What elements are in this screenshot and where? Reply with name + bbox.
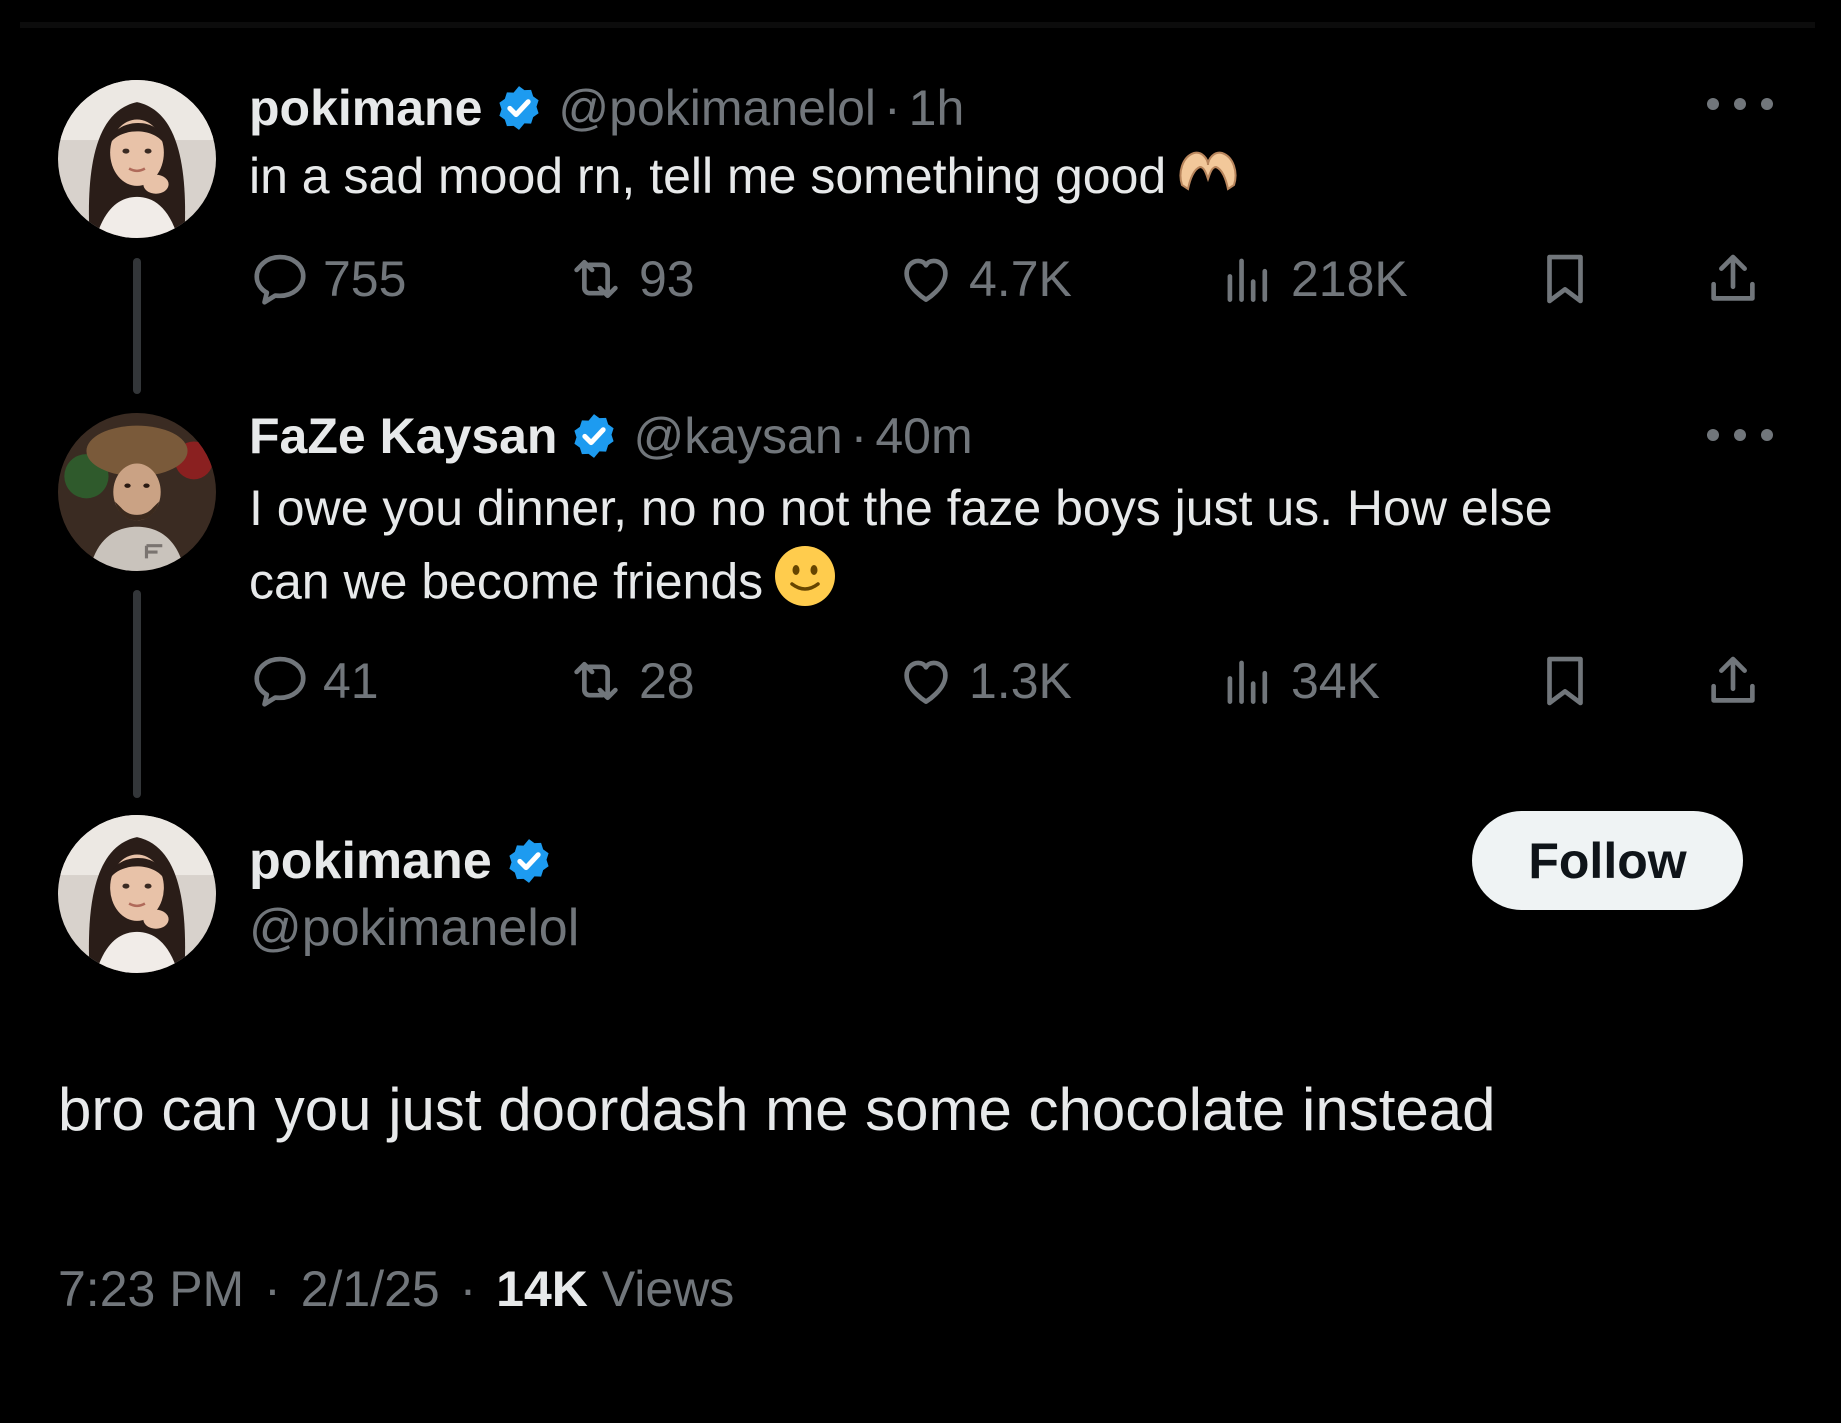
handle[interactable]: @pokimanelol xyxy=(558,78,876,138)
views-total: 14K xyxy=(496,1261,588,1317)
reply-count: 755 xyxy=(323,251,407,307)
heart-hands-emoji-icon xyxy=(1176,144,1240,216)
like-count: 4.7K xyxy=(969,251,1072,307)
main-tweet-author: pokimane xyxy=(249,830,568,892)
tweet-header: pokimane @pokimanelol · 1h xyxy=(249,78,964,138)
separator: · xyxy=(850,408,868,464)
thread-connector-line xyxy=(133,258,141,394)
handle[interactable]: @pokimanelol xyxy=(249,897,579,959)
follow-button[interactable]: Follow xyxy=(1472,811,1743,910)
repost-icon xyxy=(574,661,618,701)
analytics-icon xyxy=(1227,660,1268,704)
main-tweet-text: bro can you just doordash me some chocol… xyxy=(58,1076,1496,1143)
reply-button[interactable]: 755 xyxy=(249,244,406,314)
avatar-pokimane[interactable] xyxy=(58,80,216,238)
tweet-text-content: can we become friends xyxy=(249,553,764,610)
repost-count: 28 xyxy=(639,653,695,709)
views-button[interactable]: 218K xyxy=(1217,244,1408,314)
reply-count: 41 xyxy=(323,653,379,709)
bookmark-button[interactable] xyxy=(1534,646,1596,716)
display-name[interactable]: pokimane xyxy=(249,830,492,892)
bookmark-icon xyxy=(1547,254,1583,304)
tweet-actions: 755 93 4.7K 218K xyxy=(249,244,1779,314)
separator: · xyxy=(883,80,901,136)
tweet-header: FaZe Kaysan @kaysan · 40m xyxy=(249,406,973,466)
tweet-text: I owe you dinner, no no not the faze boy… xyxy=(249,472,1553,627)
tweet-text-line: can we become friends xyxy=(249,544,1553,627)
handle[interactable]: @kaysan xyxy=(633,406,842,466)
like-button[interactable]: 4.7K xyxy=(895,244,1072,314)
views-count: 34K xyxy=(1291,653,1380,709)
separator: · xyxy=(459,1261,477,1317)
heart-icon xyxy=(904,258,948,302)
more-options-icon[interactable] xyxy=(1707,422,1773,448)
avatar-kaysan[interactable] xyxy=(58,413,216,571)
verified-badge-icon xyxy=(569,411,619,461)
display-name[interactable]: FaZe Kaysan xyxy=(249,406,557,466)
share-icon xyxy=(1711,656,1755,703)
share-button[interactable] xyxy=(1702,244,1764,314)
verified-badge-icon xyxy=(504,836,554,886)
slightly-smiling-face-emoji-icon xyxy=(773,544,837,627)
timestamp[interactable]: 40m xyxy=(875,406,972,466)
post-time[interactable]: 7:23 PM xyxy=(58,1261,244,1317)
reply-button[interactable]: 41 xyxy=(249,646,379,716)
verified-badge-icon xyxy=(494,83,544,133)
avatar-photo-icon xyxy=(58,413,216,571)
avatar-photo-icon xyxy=(58,80,216,238)
repost-button[interactable]: 28 xyxy=(565,646,695,716)
timestamp[interactable]: 1h xyxy=(909,78,965,138)
share-button[interactable] xyxy=(1702,646,1764,716)
reply-icon xyxy=(254,254,306,305)
avatar-photo-icon xyxy=(58,815,216,973)
tweet-actions: 41 28 1.3K 34K xyxy=(249,646,1779,716)
repost-count: 93 xyxy=(639,251,695,307)
repost-icon xyxy=(574,259,618,299)
more-options-icon[interactable] xyxy=(1707,91,1773,117)
tweet-footer-meta: 7:23 PM · 2/1/25 · 14K Views xyxy=(58,1259,734,1319)
thread-connector-line xyxy=(133,590,141,798)
tweet-text: in a sad mood rn, tell me something good xyxy=(249,140,1240,216)
bookmark-button[interactable] xyxy=(1534,244,1596,314)
reply-icon xyxy=(254,656,306,707)
avatar-pokimane[interactable] xyxy=(58,815,216,973)
share-icon xyxy=(1711,254,1755,301)
tweet-text-content: in a sad mood rn, tell me something good xyxy=(249,148,1167,204)
heart-icon xyxy=(904,660,948,704)
tweet-text-line: I owe you dinner, no no not the faze boy… xyxy=(249,480,1553,536)
views-count: 218K xyxy=(1291,251,1408,307)
separator: · xyxy=(264,1261,281,1317)
bookmark-icon xyxy=(1547,656,1583,706)
views-button[interactable]: 34K xyxy=(1217,646,1380,716)
repost-button[interactable]: 93 xyxy=(565,244,695,314)
views-label: Views xyxy=(601,1261,735,1317)
display-name[interactable]: pokimane xyxy=(249,78,482,138)
like-count: 1.3K xyxy=(969,653,1072,709)
like-button[interactable]: 1.3K xyxy=(895,646,1072,716)
top-divider xyxy=(20,22,1815,28)
analytics-icon xyxy=(1227,258,1268,302)
post-date[interactable]: 2/1/25 xyxy=(301,1261,440,1317)
